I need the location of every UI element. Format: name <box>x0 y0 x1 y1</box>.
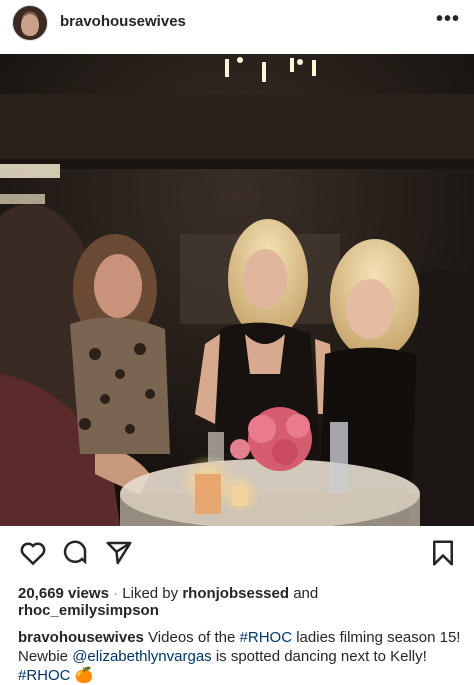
hashtag-link[interactable]: #RHOC <box>18 667 71 684</box>
avatar[interactable] <box>12 5 48 41</box>
orange-emoji: 🍊 <box>74 667 94 684</box>
heart-icon[interactable] <box>18 538 48 568</box>
comment-icon[interactable] <box>60 538 90 568</box>
views-and-likes: 20,669 views · Liked by rhonjobsessed an… <box>18 584 318 604</box>
caption: bravohousewives Videos of the #RHOC ladi… <box>18 628 462 685</box>
video-frame <box>0 54 474 526</box>
caption-text: is spotted dancing next to Kelly! <box>215 648 427 665</box>
separator: · <box>113 585 119 602</box>
post-header: bravohousewives ••• <box>0 0 474 48</box>
hashtag-link[interactable]: #RHOC <box>240 629 293 646</box>
more-horizontal-icon[interactable]: ••• <box>436 8 460 31</box>
bookmark-icon[interactable] <box>428 538 458 568</box>
caption-username[interactable]: bravohousewives <box>18 629 144 646</box>
post-video[interactable] <box>0 54 474 526</box>
mention-link[interactable]: @elizabethlynvargas <box>72 648 211 665</box>
liked-by-user[interactable]: rhonjobsessed <box>182 585 289 602</box>
send-icon[interactable] <box>104 538 134 568</box>
liked-by-and: and <box>293 585 319 602</box>
caption-text: Videos of the <box>148 629 236 646</box>
liked-by-prefix: Liked by <box>122 585 179 602</box>
action-bar <box>0 538 474 570</box>
post-username[interactable]: bravohousewives <box>60 13 186 30</box>
liked-by-user2[interactable]: rhoc_emilysimpson <box>18 602 159 619</box>
views-count[interactable]: 20,669 views <box>18 585 109 602</box>
